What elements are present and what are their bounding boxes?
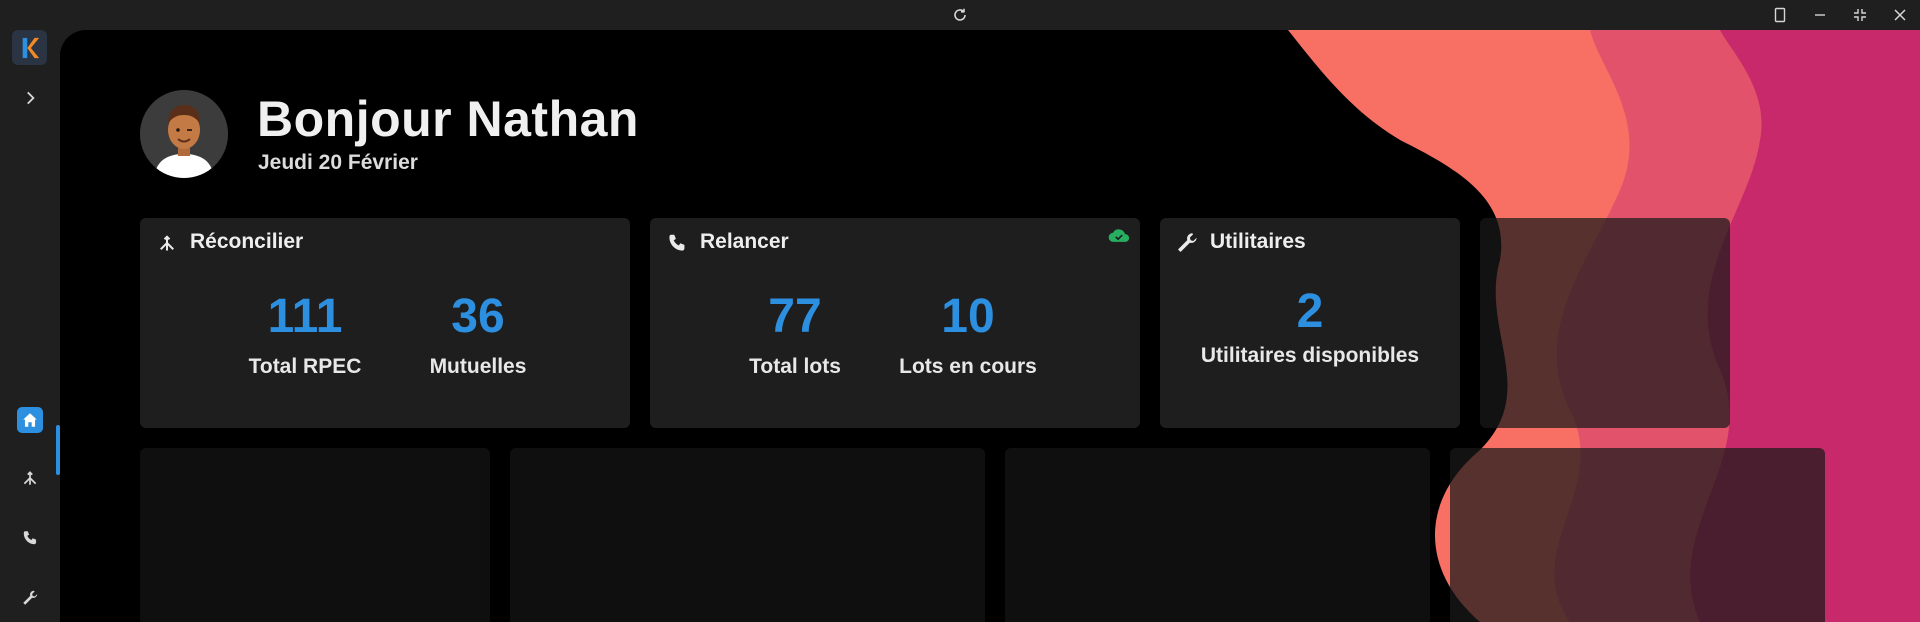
stat-value: 77 (768, 290, 822, 343)
stat-lots-en-cours: 10 Lots en cours (888, 293, 1048, 379)
wrench-icon (21, 589, 39, 612)
sidebar (0, 30, 60, 622)
panel-placeholder (140, 448, 490, 622)
refresh-icon[interactable] (945, 3, 975, 27)
card-placeholder (1480, 218, 1730, 428)
sidebar-item-reconcilier[interactable] (0, 460, 60, 500)
stat-label: Total RPEC (248, 355, 362, 378)
restore-icon[interactable] (1845, 3, 1875, 27)
home-icon (17, 407, 43, 433)
wrench-icon (1174, 230, 1200, 256)
card-reconcilier[interactable]: Réconcilier 111 Total RPEC 36 Mutuelles (140, 218, 630, 428)
tablet-mode-icon[interactable] (1765, 3, 1795, 27)
stat-utilitaires-disponibles: 2 Utilitaires disponibles (1170, 288, 1450, 368)
stat-value: 36 (451, 290, 505, 343)
close-icon[interactable] (1885, 3, 1915, 27)
title-bar (0, 0, 1920, 30)
stat-label: Lots en cours (899, 355, 1037, 378)
main-panel: Bonjour Nathan Jeudi 20 Février Réconcil… (60, 30, 1920, 622)
card-title: Réconcilier (190, 230, 304, 253)
app-logo (12, 30, 47, 65)
stat-total-lots: 77 Total lots (730, 293, 860, 379)
expand-sidebar-button[interactable] (0, 80, 60, 120)
avatar[interactable] (140, 90, 228, 178)
panel-placeholder (1005, 448, 1430, 622)
phone-icon (21, 529, 39, 552)
page-title: Bonjour Nathan (257, 91, 639, 147)
sidebar-item-home[interactable] (0, 400, 60, 440)
stat-label: Mutuelles (429, 355, 527, 378)
cloud-check-icon (1108, 228, 1130, 248)
minimize-icon[interactable] (1805, 3, 1835, 27)
card-title: Relancer (700, 230, 789, 253)
stat-label: Total lots (749, 355, 841, 378)
stat-total-rpec: 111 Total RPEC (245, 293, 365, 379)
stat-mutuelles: 36 Mutuelles (418, 293, 538, 379)
panel-placeholder (510, 448, 985, 622)
phone-icon (664, 230, 690, 256)
chevron-right-icon (21, 89, 39, 112)
merge-icon (21, 469, 39, 492)
current-date: Jeudi 20 Février (258, 151, 418, 174)
sidebar-item-utilitaires[interactable] (0, 580, 60, 620)
stat-label: Utilitaires disponibles (1200, 344, 1420, 367)
stat-value: 10 (941, 290, 995, 343)
merge-icon (154, 230, 180, 256)
card-relancer[interactable]: Relancer 77 Total lots 10 Lots en cours (650, 218, 1140, 428)
stat-value: 111 (267, 290, 343, 343)
sidebar-item-relancer[interactable] (0, 520, 60, 560)
card-utilitaires[interactable]: Utilitaires 2 Utilitaires disponibles (1160, 218, 1460, 428)
card-title: Utilitaires (1210, 230, 1306, 253)
panel-placeholder (1450, 448, 1825, 622)
stat-value: 2 (1296, 285, 1324, 338)
